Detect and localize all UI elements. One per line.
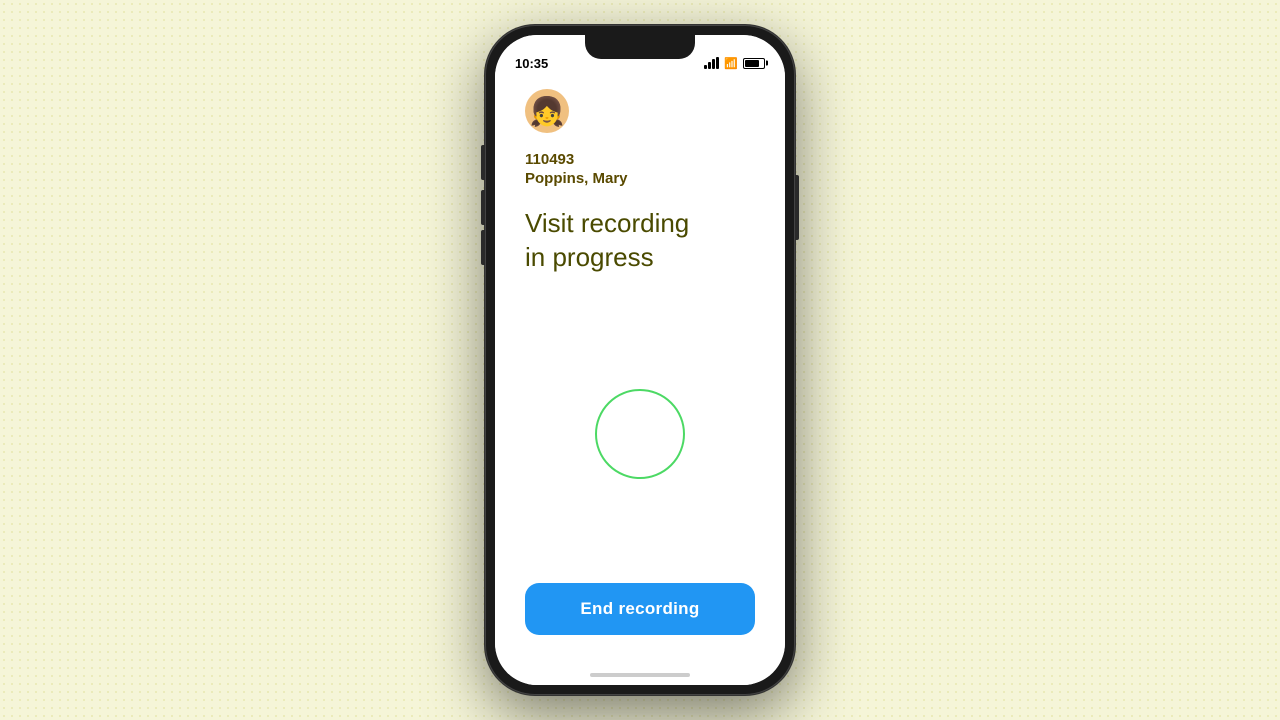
pulse-circle: [595, 389, 685, 479]
recording-animation: [525, 305, 755, 563]
wifi-icon: 📶: [724, 57, 738, 70]
recording-title-line1: Visit recording: [525, 208, 689, 238]
status-time: 10:35: [515, 56, 548, 71]
avatar: 👧: [525, 89, 569, 133]
avatar-container: 👧: [525, 89, 755, 133]
patient-name: Poppins, Mary: [525, 170, 755, 187]
home-indicator: [495, 665, 785, 685]
patient-id: 110493: [525, 149, 755, 170]
avatar-emoji: 👧: [530, 95, 565, 128]
notch: [585, 35, 695, 59]
home-bar: [590, 673, 690, 677]
status-icons: 📶: [704, 57, 765, 70]
signal-icon: [704, 57, 719, 69]
phone-mockup: 10:35 📶 👧: [485, 25, 795, 695]
battery-icon: [743, 58, 765, 69]
end-recording-button[interactable]: End recording: [525, 583, 755, 635]
phone-screen: 10:35 📶 👧: [495, 35, 785, 685]
recording-title-line2: in progress: [525, 242, 654, 272]
recording-title: Visit recording in progress: [525, 207, 755, 275]
app-content: 👧 110493 Poppins, Mary Visit recording i…: [495, 79, 785, 665]
